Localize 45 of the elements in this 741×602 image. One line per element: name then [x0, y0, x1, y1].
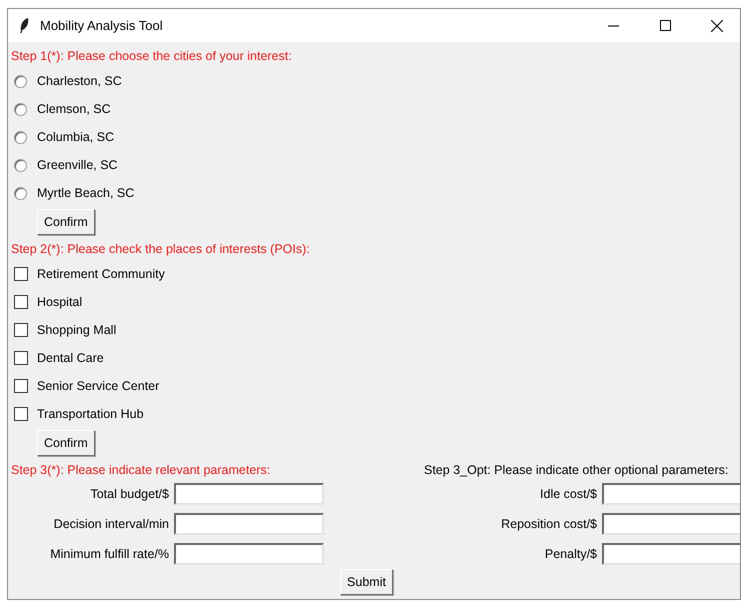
- radio-button[interactable]: [14, 158, 27, 172]
- radio-button[interactable]: [14, 74, 27, 88]
- field-label: Minimum fulfill rate/%: [49, 547, 170, 561]
- maximize-icon: [660, 20, 670, 31]
- field-label: Total budget/$: [89, 487, 170, 501]
- radio-label[interactable]: Clemson, SC: [37, 102, 111, 116]
- radio-label[interactable]: Myrtle Beach, SC: [37, 186, 134, 200]
- close-icon: [711, 20, 723, 32]
- checkbox[interactable]: [14, 351, 28, 365]
- checkbox[interactable]: [14, 323, 28, 337]
- confirm-button[interactable]: Confirm: [37, 209, 95, 235]
- checkbox[interactable]: [14, 407, 28, 421]
- checkbox-label[interactable]: Hospital: [37, 295, 82, 309]
- checkbox-label[interactable]: Senior Service Center: [37, 379, 160, 393]
- checkbox-label[interactable]: Dental Care: [37, 351, 104, 365]
- step-heading: Step 3(*): Please indicate relevant parameters:: [11, 462, 272, 479]
- checkbox[interactable]: [14, 295, 28, 309]
- input-field[interactable]: [602, 513, 740, 535]
- radio-button[interactable]: [14, 102, 27, 116]
- input-field[interactable]: [174, 513, 324, 535]
- confirm-button[interactable]: Confirm: [37, 430, 95, 456]
- field-label: Idle cost/$: [539, 487, 598, 501]
- radio-button[interactable]: [14, 130, 27, 144]
- radio-button[interactable]: [14, 186, 27, 200]
- checkbox[interactable]: [14, 267, 28, 281]
- feather-icon: [18, 17, 30, 34]
- input-field[interactable]: [174, 543, 324, 565]
- input-field[interactable]: [602, 543, 740, 565]
- checkbox[interactable]: [14, 379, 28, 393]
- input-field[interactable]: [174, 483, 324, 505]
- input-field[interactable]: [602, 483, 740, 505]
- step-heading: Step 1(*): Please choose the cities of your interest:: [11, 48, 293, 65]
- checkbox-label[interactable]: Retirement Community: [37, 267, 165, 281]
- field-label: Penalty/$: [544, 547, 598, 561]
- radio-label[interactable]: Greenville, SC: [37, 158, 118, 172]
- checkbox-label[interactable]: Transportation Hub: [37, 407, 144, 421]
- field-label: Reposition cost/$: [500, 517, 598, 531]
- radio-label[interactable]: Columbia, SC: [37, 130, 114, 144]
- field-label: Decision interval/min: [52, 517, 170, 531]
- radio-label[interactable]: Charleston, SC: [37, 74, 122, 88]
- submit-button[interactable]: Submit: [340, 569, 393, 595]
- checkbox-label[interactable]: Shopping Mall: [37, 323, 116, 337]
- step-heading: Step 2(*): Please check the places of interests (POIs):: [11, 241, 311, 258]
- window-title: Mobility Analysis Tool: [40, 18, 164, 33]
- step-heading: Step 3_Opt: Please indicate other optional parameters:: [424, 462, 730, 479]
